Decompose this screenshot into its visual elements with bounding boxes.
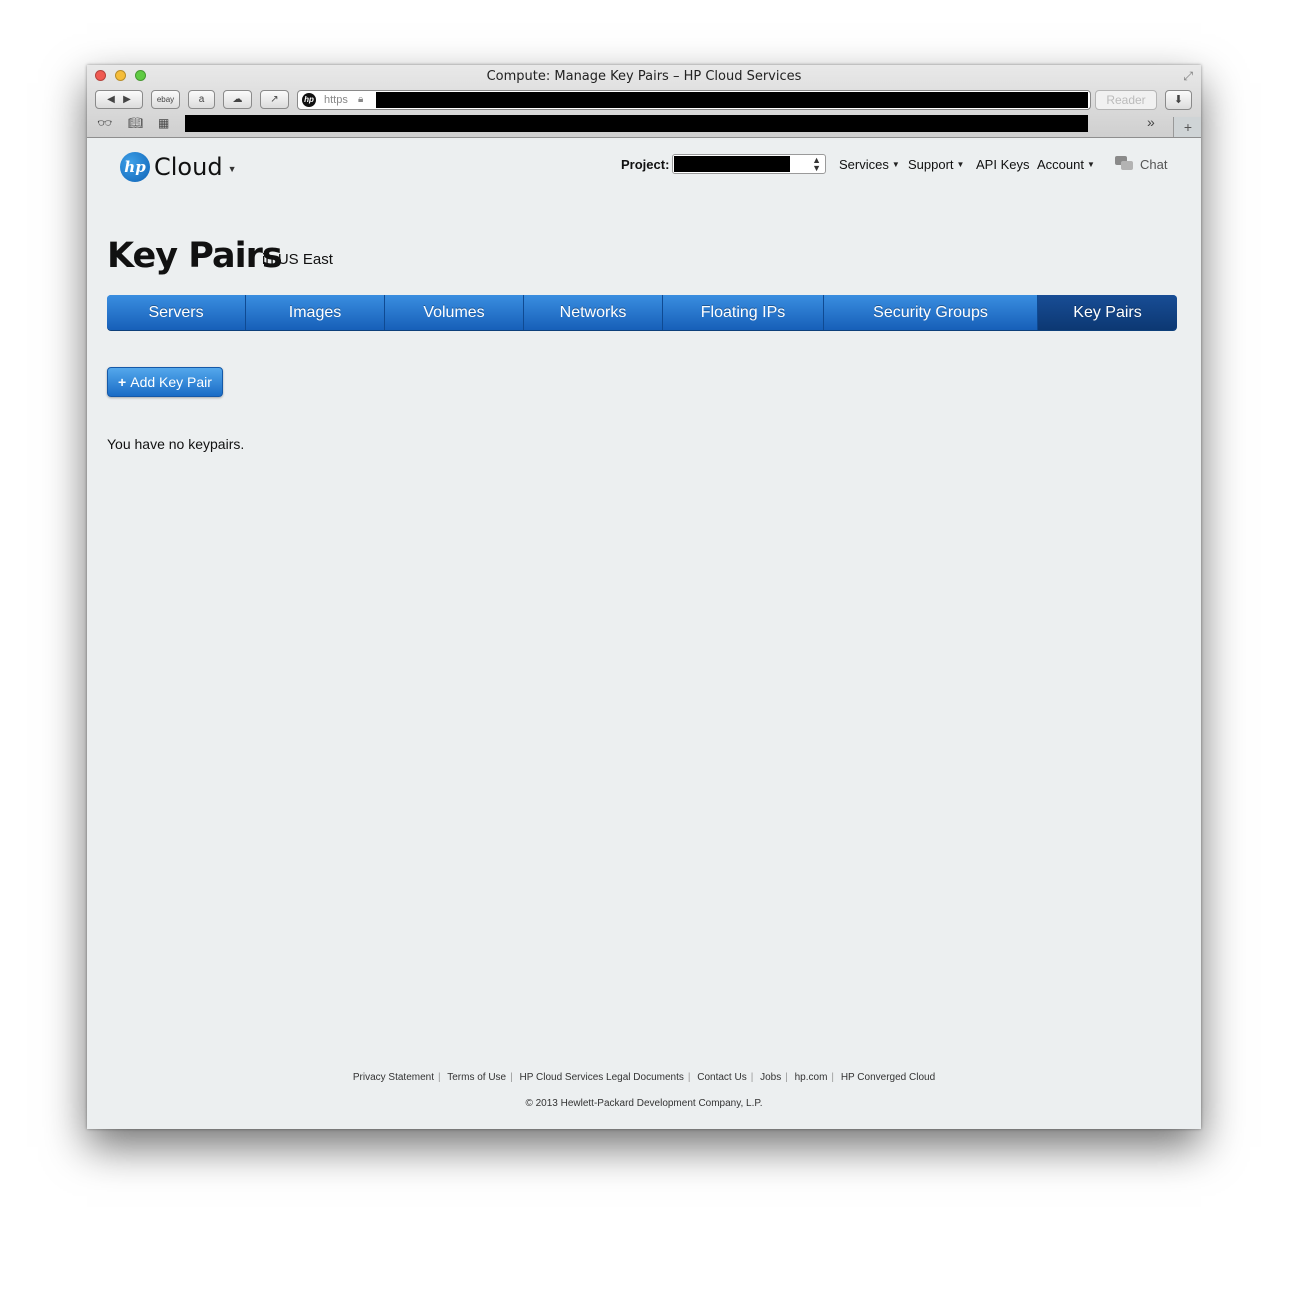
- top-sites-grid-icon[interactable]: ▦: [158, 116, 169, 130]
- chat-bubbles-icon: [1115, 156, 1133, 172]
- compute-tabs: Servers Images Volumes Networks Floating…: [107, 295, 1177, 330]
- share-icon[interactable]: ↗: [260, 90, 289, 109]
- bookmarks-bar: 👓︎ 📖︎ ▦ »: [87, 113, 1201, 135]
- add-key-pair-button[interactable]: + Add Key Pair: [107, 367, 223, 397]
- add-key-pair-label: Add Key Pair: [130, 374, 212, 390]
- tab-key-pairs[interactable]: Key Pairs: [1038, 295, 1177, 330]
- chevron-down-icon: ▼: [227, 164, 237, 174]
- page-title: Key Pairs: [107, 236, 283, 276]
- empty-state-message: You have no keypairs.: [107, 436, 245, 452]
- project-select[interactable]: ▲ ▼: [672, 154, 826, 174]
- cloud-icon[interactable]: ☁: [223, 90, 252, 109]
- chat-label: Chat: [1140, 156, 1168, 172]
- address-bar[interactable]: hp https 🔒︎: [297, 90, 1091, 110]
- nav-support[interactable]: Support ▼: [908, 157, 964, 172]
- redacted-url: [376, 92, 1088, 108]
- back-arrow-icon[interactable]: ◀: [107, 94, 115, 105]
- reader-button[interactable]: Reader: [1095, 90, 1157, 110]
- tab-servers[interactable]: Servers: [107, 295, 246, 330]
- nav-services[interactable]: Services ▼: [839, 157, 900, 172]
- tab-floating-ips[interactable]: Floating IPs: [663, 295, 824, 330]
- footer-link-legal[interactable]: HP Cloud Services Legal Documents: [520, 1072, 684, 1083]
- select-arrows-icon: ▲ ▼: [812, 155, 821, 173]
- window-title: Compute: Manage Key Pairs – HP Cloud Ser…: [486, 69, 802, 84]
- browser-chrome: Compute: Manage Key Pairs – HP Cloud Ser…: [87, 65, 1201, 138]
- bookmark-ebay-button[interactable]: ebay: [151, 90, 180, 109]
- chevron-down-icon: ▼: [891, 160, 900, 169]
- logo-text: Cloud: [154, 153, 223, 181]
- forward-arrow-icon[interactable]: ▶: [123, 94, 131, 105]
- copyright: © 2013 Hewlett-Packard Development Compa…: [525, 1098, 763, 1109]
- redacted-project: [674, 156, 790, 172]
- bookmarks-book-icon[interactable]: 📖︎: [128, 116, 143, 130]
- fullscreen-icon[interactable]: ⤢: [1183, 69, 1193, 84]
- footer-link-hpcom[interactable]: hp.com: [795, 1072, 828, 1083]
- plus-icon: +: [118, 374, 127, 390]
- amazon-icon[interactable]: a: [188, 90, 215, 109]
- downloads-icon[interactable]: ⬇: [1165, 90, 1192, 110]
- page-content: hp Cloud ▼ Project: ▲ ▼ Services ▼ Support…: [87, 138, 1201, 1129]
- chevron-down-icon: ▼: [1086, 160, 1095, 169]
- project-label: Project:: [621, 157, 670, 172]
- nav-account-label: Account: [1037, 157, 1084, 172]
- browser-window: Compute: Manage Key Pairs – HP Cloud Ser…: [87, 65, 1201, 1129]
- tab-security-groups[interactable]: Security Groups: [824, 295, 1038, 330]
- back-forward-buttons[interactable]: ◀ ▶: [95, 90, 143, 109]
- footer-link-converged-cloud[interactable]: HP Converged Cloud: [841, 1072, 935, 1083]
- chevron-down-icon: ▼: [956, 160, 965, 169]
- region-label: in US East: [262, 251, 333, 268]
- nav-support-label: Support: [908, 157, 954, 172]
- tab-images[interactable]: Images: [246, 295, 385, 330]
- site-favicon-icon: hp: [302, 93, 316, 107]
- more-bookmarks-icon[interactable]: »: [1147, 114, 1155, 130]
- nav-services-label: Services: [839, 157, 889, 172]
- footer-link-jobs[interactable]: Jobs: [760, 1072, 781, 1083]
- new-tab-button[interactable]: +: [1173, 117, 1201, 137]
- hp-cloud-logo[interactable]: hp Cloud ▼: [120, 151, 236, 183]
- chat-link[interactable]: Chat: [1115, 156, 1167, 172]
- nav-api-keys[interactable]: API Keys: [976, 157, 1029, 172]
- nav-account[interactable]: Account ▼: [1037, 157, 1095, 172]
- url-scheme: https: [324, 94, 348, 106]
- lock-icon: 🔒︎: [358, 94, 364, 105]
- footer-links: Privacy Statement | Terms of Use | HP Clou…: [352, 1072, 936, 1083]
- footer-link-privacy[interactable]: Privacy Statement: [353, 1072, 434, 1083]
- reading-list-icon[interactable]: 👓︎: [97, 116, 112, 130]
- tab-volumes[interactable]: Volumes: [385, 295, 524, 330]
- hp-logo-icon: hp: [120, 152, 150, 182]
- footer-link-contact[interactable]: Contact Us: [697, 1072, 746, 1083]
- footer-link-terms[interactable]: Terms of Use: [447, 1072, 506, 1083]
- tab-networks[interactable]: Networks: [524, 295, 663, 330]
- redacted-bookmarks: [185, 115, 1088, 132]
